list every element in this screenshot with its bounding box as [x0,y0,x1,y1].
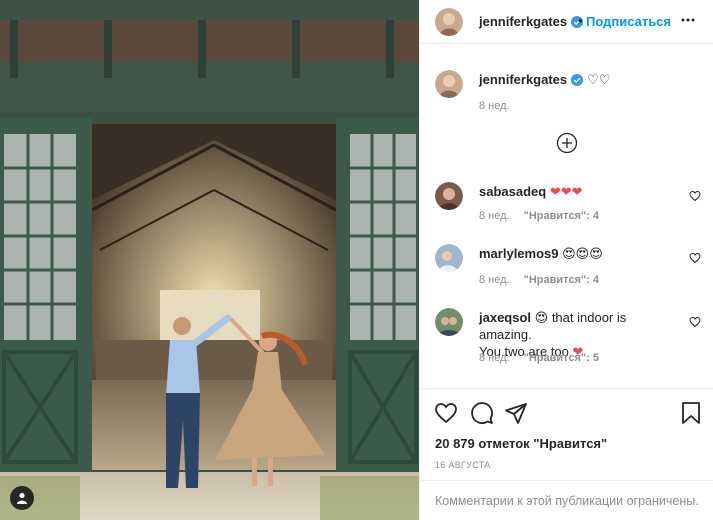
author-username[interactable]: jenniferkgates [479,14,584,29]
comment-text: ❤❤❤ [549,184,583,199]
caption-username[interactable]: jenniferkgates [479,72,584,87]
commenter-avatar[interactable] [435,182,463,210]
comment-text: 😍😍😍 [562,246,603,261]
author-avatar[interactable] [435,8,463,36]
share-icon[interactable] [504,401,528,425]
commenter-username[interactable]: marlylemos9 [479,246,559,261]
verified-badge-icon [571,74,584,86]
barn-couple-photo [0,0,419,520]
comment-likes[interactable]: "Нравится": 5 [524,352,599,364]
like-icon[interactable] [434,401,458,425]
comment-time[interactable]: 8 нед. [479,352,510,364]
commenter-username[interactable]: jaxeqsol [479,310,531,325]
commenter-avatar[interactable] [435,244,463,272]
commenter-username[interactable]: sabasadeq [479,184,546,199]
comment-like-icon[interactable] [689,190,701,202]
post-action-bar [420,388,713,432]
post-photo[interactable] [0,0,419,520]
user-tag-icon [17,492,27,504]
comment-likes[interactable]: "Нравится": 4 [524,210,599,222]
comment-like-icon[interactable] [689,316,701,328]
commenter-avatar[interactable] [435,308,463,336]
more-options-icon[interactable] [680,12,696,28]
post-date[interactable]: 16 АВГУСТА [435,460,491,470]
comments-limited-notice: Комментарии к этой публикации ограничены… [420,480,713,520]
separator-dot: • [578,13,583,28]
user-tag-button[interactable] [10,486,34,510]
post-header: jenniferkgates • Подписаться [420,0,713,44]
caption-text: ♡♡ [587,72,611,87]
caption-avatar[interactable] [435,70,463,98]
load-more-icon[interactable] [556,132,578,154]
comment-icon[interactable] [470,401,494,425]
follow-button[interactable]: Подписаться [586,14,671,29]
comment-time[interactable]: 8 нед. [479,210,510,222]
likes-count[interactable]: 20 879 отметок "Нравится" [435,436,607,451]
caption-time[interactable]: 8 нед. [479,100,510,112]
comment-like-icon[interactable] [689,252,701,264]
post-side-panel: jenniferkgates • Подписаться jenniferkga… [419,0,713,520]
save-icon[interactable] [680,401,702,425]
comment-likes[interactable]: "Нравится": 4 [524,274,599,286]
comment-time[interactable]: 8 нед. [479,274,510,286]
